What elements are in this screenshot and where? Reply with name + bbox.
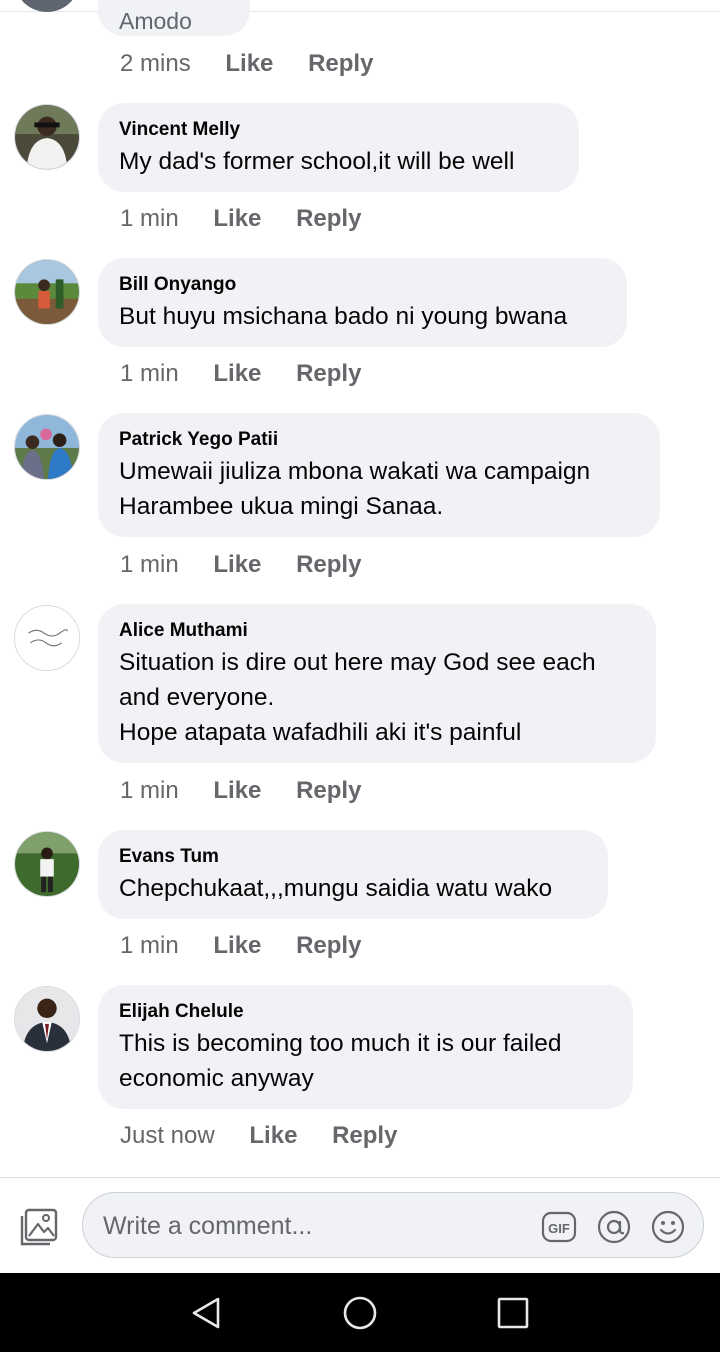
avatar-alice-muthami[interactable] [14, 605, 80, 671]
gif-label: GIF [548, 1221, 570, 1236]
comment-author[interactable]: Patrick Yego Patii [119, 428, 639, 452]
reply-button[interactable]: Reply [296, 360, 361, 388]
comment-bubble: Elijah Chelule This is becoming too much… [98, 985, 633, 1109]
back-icon[interactable] [188, 1295, 224, 1331]
comment-text: My dad's former school,it will be well [119, 148, 515, 175]
comment-author[interactable]: Elijah Chelule [119, 1000, 612, 1024]
like-button[interactable]: Like [213, 932, 261, 960]
comment-bubble: Bill Onyango But huyu msichana bado ni y… [98, 258, 627, 347]
avatar-evans-tum[interactable] [14, 831, 80, 897]
reply-button[interactable]: Reply [296, 932, 361, 960]
at-icon[interactable] [596, 1209, 632, 1245]
comment-actions: 1 min Like Reply [120, 360, 361, 388]
like-button[interactable]: Like [213, 551, 261, 579]
reply-button[interactable]: Reply [296, 551, 361, 579]
like-button[interactable]: Like [213, 205, 261, 233]
photo-icon[interactable] [20, 1206, 60, 1246]
comment-actions: 1 min Like Reply [120, 205, 361, 233]
comment-time: 1 min [120, 551, 179, 578]
avatar-bill-onyango[interactable] [14, 259, 80, 325]
comment-input[interactable] [101, 1207, 525, 1245]
comment-text: Umewaii jiuliza mbona wakati wa campaign… [119, 458, 591, 520]
system-navigation-bar [0, 1273, 720, 1352]
comment-text: Situation is dire out here may God see e… [119, 649, 596, 746]
like-button[interactable]: Like [213, 360, 261, 388]
comment-text: Chepchukaat,,,mungu saidia watu wako [119, 875, 553, 902]
comment-actions: 1 min Like Reply [120, 551, 361, 579]
comment-time: 1 min [120, 932, 179, 959]
comment-author[interactable]: Alice Muthami [119, 619, 635, 643]
avatar-patrick-yego-patii[interactable] [14, 414, 80, 480]
gif-icon[interactable]: GIF [541, 1209, 577, 1245]
comment-actions: 1 min Like Reply [120, 932, 361, 960]
avatar-elijah-chelule[interactable] [14, 986, 80, 1052]
comment-time: 1 min [120, 205, 179, 232]
comment-bubble: Evans Tum Chepchukaat,,,mungu saidia wat… [98, 830, 608, 919]
comment-time: Just now [120, 1122, 215, 1149]
emoji-icon[interactable] [650, 1209, 686, 1245]
comment-composer[interactable]: GIF [82, 1192, 704, 1258]
comment-time: 1 min [120, 777, 179, 804]
comment-text: This is becoming too much it is our fail… [119, 1030, 562, 1092]
comment-time: 1 min [120, 360, 179, 387]
reply-button[interactable]: Reply [296, 777, 361, 805]
comment-time: 2 mins [120, 50, 191, 77]
comment-actions: Just now Like Reply [120, 1122, 397, 1150]
reply-button[interactable]: Reply [332, 1122, 397, 1150]
comment-author[interactable]: Bill Onyango [119, 273, 606, 297]
like-button[interactable]: Like [213, 777, 261, 805]
comment-actions: 1 min Like Reply [120, 777, 361, 805]
comment-actions: 2 mins Like Reply [120, 50, 373, 78]
comment-author[interactable]: Evans Tum [119, 845, 587, 869]
like-button[interactable]: Like [249, 1122, 297, 1150]
reply-button[interactable]: Reply [308, 50, 373, 78]
comment-bubble: Amodo [98, 0, 250, 36]
like-button[interactable]: Like [225, 50, 273, 78]
comment-text: Amodo [119, 8, 192, 34]
home-icon[interactable] [342, 1295, 378, 1331]
comment-author[interactable]: Vincent Melly [119, 118, 558, 142]
comment-bubble: Vincent Melly My dad's former school,it … [98, 103, 579, 192]
comment-bubble: Patrick Yego Patii Umewaii jiuliza mbona… [98, 413, 660, 537]
comment-text: But huyu msichana bado ni young bwana [119, 303, 568, 330]
avatar-vincent-melly[interactable] [14, 104, 80, 170]
comment-bubble: Alice Muthami Situation is dire out here… [98, 604, 656, 763]
reply-button[interactable]: Reply [296, 205, 361, 233]
recents-icon[interactable] [495, 1295, 531, 1331]
composer-divider [0, 1177, 720, 1178]
